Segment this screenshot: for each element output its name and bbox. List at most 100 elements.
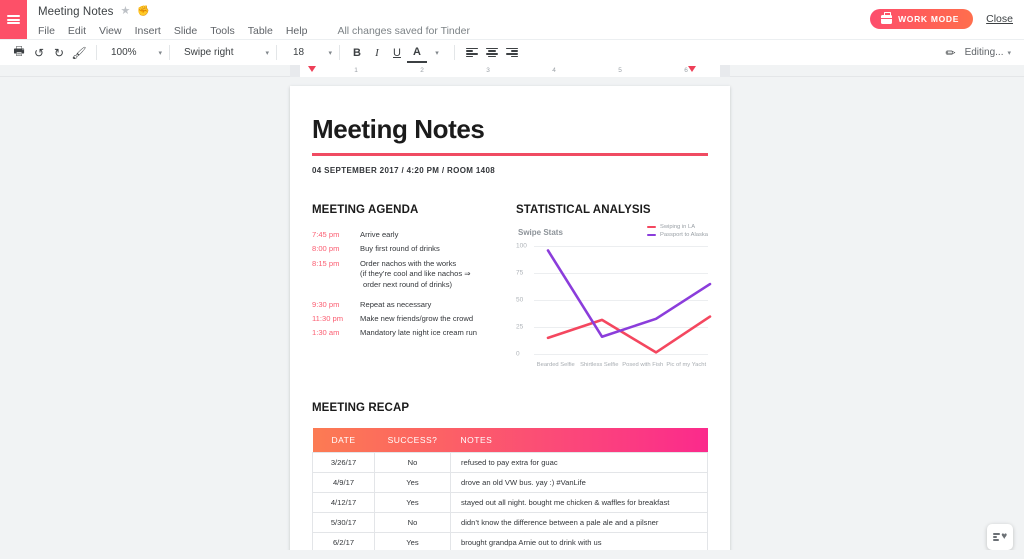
star-icon[interactable]: ★ bbox=[120, 6, 130, 17]
underline-button[interactable]: U bbox=[387, 43, 407, 63]
chevron-down-icon[interactable]: ▾ bbox=[427, 43, 447, 63]
agenda-note-line-2: order next round of drinks) bbox=[363, 280, 453, 290]
text-color-button[interactable]: A bbox=[407, 43, 427, 63]
toolbar-divider bbox=[169, 45, 170, 60]
zoom-value: 100% bbox=[111, 47, 137, 58]
chart-legend: Swiping in LA Passport to Alaska bbox=[646, 224, 708, 240]
left-indent-marker[interactable] bbox=[308, 66, 316, 72]
tinder-card-button[interactable]: ♥ bbox=[987, 524, 1013, 550]
work-mode-button[interactable]: WORK MODE bbox=[870, 9, 974, 29]
agenda-time: 11:30 pm bbox=[312, 314, 344, 324]
recap-table[interactable]: DATE SUCCESS? NOTES 3/26/17 No refused to … bbox=[312, 428, 708, 559]
swipe-stats-chart: Swipe Stats Swiping in LA Passport to Al… bbox=[516, 224, 712, 378]
menu-insert[interactable]: Insert bbox=[135, 25, 161, 37]
chart-series-lines bbox=[546, 249, 712, 354]
undo-icon[interactable]: ↺ bbox=[29, 43, 49, 63]
print-icon[interactable]: 🖶 bbox=[9, 43, 29, 63]
legend-item: Passport to Alaska bbox=[646, 232, 708, 238]
heart-icon: ♥ bbox=[1001, 531, 1008, 542]
close-button[interactable]: Close bbox=[986, 13, 1013, 25]
menu-edit[interactable]: Edit bbox=[68, 25, 86, 37]
menu-table[interactable]: Table bbox=[248, 25, 273, 37]
align-center-icon[interactable] bbox=[482, 43, 502, 63]
ruler-number-2: 2 bbox=[420, 67, 424, 74]
menu-tools[interactable]: Tools bbox=[210, 25, 235, 37]
chevron-down-icon: ▾ bbox=[265, 49, 269, 57]
agenda-item: 1:30 am Mandatory late night ice cream r… bbox=[312, 328, 502, 339]
ruler-left-margin[interactable] bbox=[290, 65, 300, 77]
agenda-text: Repeat as necessary bbox=[360, 299, 432, 309]
statistics-heading: STATISTICAL ANALYSIS bbox=[516, 204, 651, 216]
align-right-icon[interactable] bbox=[502, 43, 522, 63]
briefcase-icon bbox=[881, 12, 893, 24]
table-row: 4/12/17 Yes stayed out all night. bought m… bbox=[312, 492, 708, 513]
recap-heading: MEETING RECAP bbox=[312, 402, 410, 414]
table-row: 5/30/17 No didn’t know the difference betw… bbox=[312, 512, 708, 533]
app-bar-actions: WORK MODE Close bbox=[870, 0, 1024, 29]
series-line-0 bbox=[546, 315, 712, 354]
legend-item: Swiping in LA bbox=[646, 224, 708, 230]
italic-button[interactable]: I bbox=[367, 43, 387, 63]
x-tick-label: Shirtless Selfie bbox=[580, 362, 619, 368]
right-indent-marker[interactable] bbox=[688, 66, 696, 72]
recap-cell-date: 4/9/17 bbox=[312, 472, 375, 493]
agenda-list: 7:45 pm Arrive early 8:00 pm Buy first r… bbox=[312, 230, 502, 339]
agenda-item: 11:30 pm Make new friends/grow the crowd bbox=[312, 314, 502, 325]
status-bar bbox=[0, 550, 1024, 559]
table-header-row: DATE SUCCESS? NOTES bbox=[312, 428, 708, 453]
agenda-item: 9:30 pm Repeat as necessary bbox=[312, 300, 502, 311]
agenda-time: 9:30 pm bbox=[312, 299, 340, 309]
ruler-track[interactable]: 1 2 3 4 5 6 bbox=[290, 65, 730, 77]
recap-section: MEETING RECAP DATE SUCCESS? NOTES 3/26/1… bbox=[312, 402, 708, 559]
editing-mode-label[interactable]: Editing... bbox=[965, 47, 1004, 58]
agenda-text: Buy first round of drinks bbox=[360, 244, 440, 254]
table-header: DATE SUCCESS? NOTES bbox=[312, 428, 708, 453]
legend-swatch bbox=[646, 225, 656, 229]
hamburger-menu-icon[interactable] bbox=[0, 0, 27, 39]
menu-view[interactable]: View bbox=[99, 25, 122, 37]
agenda-column: MEETING AGENDA 7:45 pm Arrive early 8:00… bbox=[312, 204, 502, 378]
x-tick-label: Pic of my Yacht bbox=[666, 362, 707, 368]
document-canvas: Meeting Notes 04 SEPTEMBER 2017 / 4:20 P… bbox=[0, 77, 1024, 559]
font-family-select[interactable]: Swipe right ▾ bbox=[177, 47, 269, 58]
content-columns: MEETING AGENDA 7:45 pm Arrive early 8:00… bbox=[312, 204, 712, 378]
chevron-down-icon: ▾ bbox=[328, 49, 332, 57]
agenda-text-block: Order nachos with the works (if they’re … bbox=[360, 259, 471, 291]
redo-icon[interactable]: ↻ bbox=[49, 43, 69, 63]
menu-help[interactable]: Help bbox=[286, 25, 308, 37]
column-header-date: DATE bbox=[331, 435, 356, 445]
font-size-select[interactable]: 18 ▾ bbox=[284, 47, 332, 58]
ruler-number-1: 1 bbox=[354, 67, 358, 74]
x-tick-label: Bearded Selfie bbox=[536, 362, 575, 368]
recap-cell-success: Yes bbox=[374, 492, 451, 513]
agenda-time: 1:30 am bbox=[312, 328, 340, 338]
y-tick-100: 100 bbox=[516, 242, 527, 250]
document-title[interactable]: Meeting Notes bbox=[38, 6, 113, 18]
font-family-value: Swipe right bbox=[184, 47, 234, 58]
y-tick-50: 50 bbox=[516, 296, 524, 304]
bold-button[interactable]: B bbox=[347, 43, 367, 63]
menu-slide[interactable]: Slide bbox=[174, 25, 197, 37]
toolbar-mode-group: ✏ Editing... ▾ bbox=[941, 43, 1015, 63]
recap-cell-date: 5/30/17 bbox=[312, 512, 375, 533]
ruler[interactable]: 1 2 3 4 5 6 bbox=[0, 65, 1024, 77]
recap-cell-date: 4/12/17 bbox=[312, 492, 375, 513]
legend-label: Swiping in LA bbox=[659, 224, 696, 230]
hand-icon: ✊ bbox=[137, 5, 150, 17]
save-status: All changes saved for Tinder bbox=[337, 25, 470, 37]
pencil-icon[interactable]: ✏ bbox=[941, 43, 961, 63]
statistics-column: STATISTICAL ANALYSIS Swipe Stats Swiping… bbox=[502, 204, 712, 378]
agenda-text: Arrive early bbox=[360, 230, 399, 239]
zoom-select[interactable]: 100% ▾ bbox=[104, 47, 162, 58]
agenda-heading: MEETING AGENDA bbox=[312, 204, 419, 216]
document-page[interactable]: Meeting Notes 04 SEPTEMBER 2017 / 4:20 P… bbox=[290, 86, 730, 559]
align-left-icon[interactable] bbox=[462, 43, 482, 63]
recap-cell-notes: didn’t know the difference between a pal… bbox=[450, 512, 708, 533]
menu-file[interactable]: File bbox=[38, 25, 55, 37]
agenda-time: 7:45 pm bbox=[312, 230, 340, 239]
paint-format-icon[interactable]: 🖌 bbox=[69, 43, 89, 63]
chevron-down-icon[interactable]: ▾ bbox=[1007, 49, 1011, 57]
x-tick-label: Posed with Fish bbox=[622, 362, 664, 368]
chart-x-axis: Bearded Selfie Shirtless Selfie Posed wi… bbox=[534, 362, 708, 368]
ruler-right-margin[interactable] bbox=[720, 65, 730, 77]
